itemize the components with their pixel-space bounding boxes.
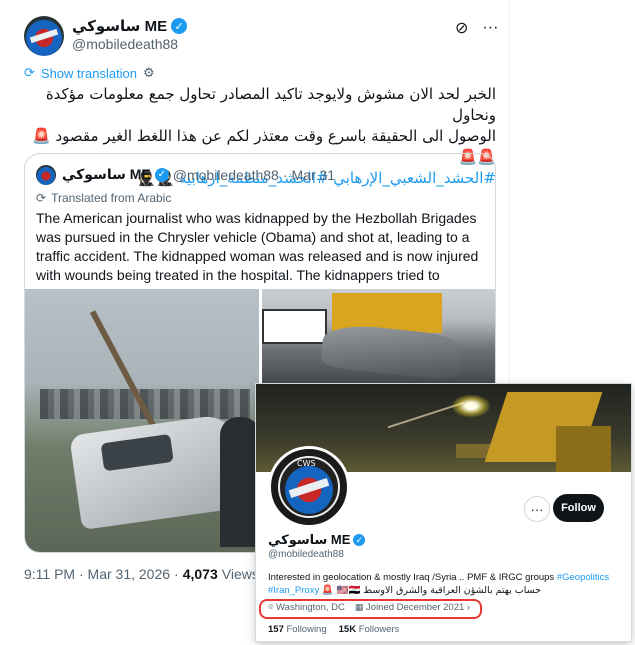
photo-person (220, 417, 259, 547)
meta-separator: · (174, 566, 179, 582)
tweet-text-line1: الخبر لحد الان مشوش ولايوجد تاكيد المصاد… (45, 85, 496, 124)
verified-badge-icon: ✓ (171, 18, 188, 34)
avatar-stripe (29, 28, 59, 44)
quote-separator: · (282, 166, 288, 183)
tweet-actions-top: ⊘ ··· (455, 18, 498, 38)
grok-icon[interactable]: ⊘ (455, 18, 468, 38)
quote-photo-1[interactable] (25, 289, 259, 552)
author-handle[interactable]: @mobiledeath88 (72, 36, 178, 52)
profile-follow-stats: 157 Following 15K Followers (268, 624, 399, 635)
author-name-row: ساسوكي ME ✓ (72, 17, 188, 35)
translate-icon: ⟳ (36, 191, 47, 205)
quote-date: Mar 31 (291, 166, 336, 183)
author-name[interactable]: ساسوكي ME (72, 17, 167, 35)
bio-hashtag-geopolitics[interactable]: #Geopolitics (557, 572, 609, 583)
chevron-right-icon[interactable]: › (467, 602, 470, 613)
followers-label: Followers (358, 624, 400, 635)
profile-handle: @mobiledeath88 (268, 549, 344, 560)
more-icon[interactable]: ··· (482, 19, 498, 37)
avatar-text: CWS (297, 459, 316, 468)
location: ⌾ Washington, DC (268, 602, 345, 613)
quote-photo-2[interactable] (262, 289, 495, 389)
bio-hashtag-iran-proxy[interactable]: #Iran_Proxy (268, 585, 319, 596)
following-count: 157 (268, 624, 284, 635)
follow-button[interactable]: Follow (553, 494, 604, 522)
car-window (100, 433, 174, 472)
verified-badge-icon: ✓ (154, 167, 169, 182)
views-label: Views (221, 566, 259, 582)
following-stat[interactable]: 157 Following (268, 624, 327, 635)
calendar-icon: ▦ (354, 602, 364, 612)
profile-bio: Interested in geolocation & mostly Iraq … (268, 571, 618, 597)
quote-text: The American journalist who was kidnappe… (36, 210, 479, 283)
quote-author-name: ساسوكي ME (62, 166, 151, 182)
verified-badge-icon: ✓ (353, 534, 366, 546)
following-label: Following (286, 624, 327, 635)
profile-card: CWS ··· Follow ساسوكي ME ✓ @mobiledeath8… (256, 384, 631, 641)
profile-avatar[interactable]: CWS (268, 446, 350, 528)
banner-glow (451, 394, 491, 418)
quote-avatar (36, 165, 56, 185)
translate-icon: ⟳ (24, 65, 35, 80)
more-icon: ··· (530, 501, 544, 517)
followers-stat[interactable]: 15K Followers (339, 624, 400, 635)
followers-count: 15K (338, 624, 357, 635)
show-translation[interactable]: ⟳ Show translation ⚙ (24, 65, 155, 81)
banner-launcher-base (556, 426, 611, 472)
bio-arabic: 🚨 🇺🇸🇮🇶 حساب يهتم بالشؤن العراقية والشرق … (321, 585, 542, 596)
translated-label: Translated from Arabic (51, 191, 172, 205)
tweet-meta: 9:11 PM · Mar 31, 2026 · 4,073 Views (24, 566, 259, 582)
translated-from: ⟳ Translated from Arabic (36, 191, 171, 205)
photo-bus (262, 309, 327, 344)
photo-wreck (320, 321, 464, 382)
tweet-timestamp[interactable]: 9:11 PM · Mar 31, 2026 (24, 566, 170, 582)
joined-text: Joined December 2021 (366, 602, 465, 613)
bio-line2: #Iran_Proxy 🚨 🇺🇸🇮🇶 حساب يهتم بالشؤن العر… (268, 584, 618, 597)
profile-name: ساسوكي ME (268, 532, 351, 547)
profile-meta: ⌾ Washington, DC ▦ Joined December 2021 … (268, 602, 470, 613)
views-count: 4,073 (182, 566, 218, 582)
bio-text: Interested in geolocation & mostly Iraq … (268, 572, 555, 583)
profile-name-row: ساسوكي ME ✓ (268, 532, 366, 548)
gear-icon[interactable]: ⚙ (143, 65, 155, 81)
quote-author-handle: @mobiledeath88 (172, 166, 279, 183)
show-translation-label: Show translation (40, 65, 138, 81)
location-text: Washington, DC (276, 602, 345, 613)
author-avatar[interactable] (24, 16, 64, 56)
quote-header: ساسوكي ME ✓ @mobiledeath88 · Mar 31 (62, 166, 335, 183)
bio-line1: Interested in geolocation & mostly Iraq … (268, 571, 618, 584)
profile-more-button[interactable]: ··· (524, 496, 550, 522)
location-pin-icon: ⌾ (268, 602, 274, 612)
joined: ▦ Joined December 2021 › (355, 602, 470, 613)
